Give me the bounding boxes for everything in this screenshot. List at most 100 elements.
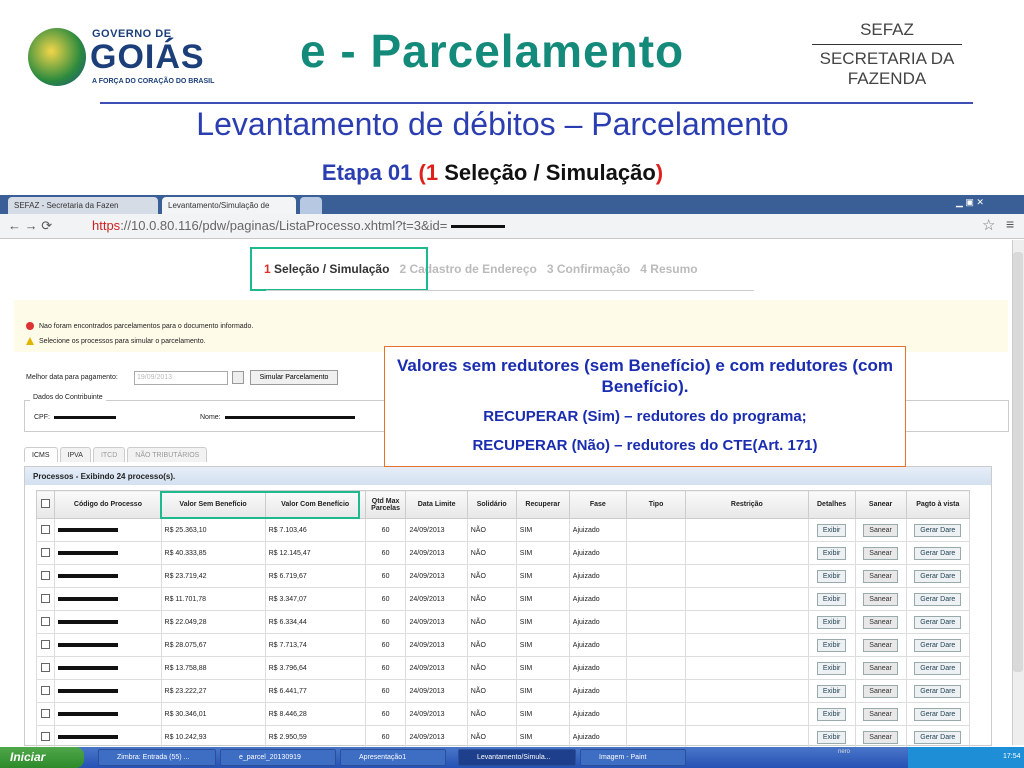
col-tipo[interactable]: Tipo [625,490,687,519]
taskbar-item-zimbra[interactable]: Zimbra: Entrada (55) ... [98,749,216,766]
browser-tab-sefaz[interactable]: SEFAZ - Secretaria da Fazen [8,197,158,214]
taskbar-item-apresentacao[interactable]: Apresentação1 [340,749,446,766]
exibir-button[interactable]: Exibir [816,638,847,652]
taskbar-item-paint[interactable]: Imagem - Paint [580,749,686,766]
col-solidario[interactable]: Solidário [466,490,517,519]
col-detalhes[interactable]: Detalhes [807,490,856,519]
exibir-button[interactable]: Exibir [816,730,847,744]
restricao [685,541,809,565]
col-pagto[interactable]: Pagto à vista [905,490,971,519]
row-checkbox[interactable] [41,593,51,603]
simulate-button[interactable]: Simular Parcelamento [250,370,338,385]
detalhes-cell: Exibir [807,679,856,703]
row-checkbox[interactable] [41,639,51,649]
process-code [54,656,162,680]
col-fase[interactable]: Fase [568,490,627,519]
gerar-dare-button[interactable]: Gerar Dare [914,615,962,629]
calendar-icon[interactable] [232,371,244,384]
pagto-cell: Gerar Dare [905,633,971,657]
best-date-input[interactable]: 19/09/2013 [134,371,228,385]
scrollbar-thumb[interactable] [1013,252,1023,672]
gerar-dare-button[interactable]: Gerar Dare [914,592,962,606]
exibir-button[interactable]: Exibir [816,615,847,629]
gerar-dare-button[interactable]: Gerar Dare [914,546,962,560]
exibir-button[interactable]: Exibir [816,592,847,606]
sanear-button[interactable]: Sanear [863,707,898,721]
step2-label: Cadastro de Endereço [409,262,537,276]
gerar-dare-button[interactable]: Gerar Dare [914,730,962,744]
exibir-button[interactable]: Exibir [816,707,847,721]
nav-buttons[interactable]: ← → ⟳ [8,218,52,234]
tab-nao-tributarios[interactable]: NÃO TRIBUTÁRIOS [127,447,208,462]
col-recuperar[interactable]: Recuperar [515,490,570,519]
sanear-button[interactable]: Sanear [863,592,898,606]
row-checkbox[interactable] [41,616,51,626]
gerar-dare-button[interactable]: Gerar Dare [914,661,962,675]
col-codigo[interactable]: Código do Processo [54,490,162,519]
exibir-button[interactable]: Exibir [816,569,847,583]
sanear-button[interactable]: Sanear [863,638,898,652]
sanear-cell: Sanear [854,633,907,657]
tab-itcd[interactable]: ITCD [92,447,126,462]
valor-com: R$ 6.719,67 [264,564,366,588]
window-controls[interactable]: ▁ ▣ ✕ [956,197,984,208]
menu-icon[interactable]: ≡ [1006,216,1014,232]
etapa-open: ( [418,160,426,185]
row-checkbox[interactable] [41,708,51,718]
qtd-parcelas: 60 [364,587,407,611]
qtd-parcelas: 60 [364,725,407,749]
nome-redaction [224,415,355,419]
sanear-button[interactable]: Sanear [863,661,898,675]
col-restricao[interactable]: Restrição [685,490,809,519]
sanear-button[interactable]: Sanear [863,684,898,698]
qtd-parcelas: 60 [364,633,407,657]
url-path: ://10.0.80.116/pdw/paginas/ListaProcesso… [120,218,448,233]
detalhes-cell: Exibir [807,587,856,611]
solidario: NÃO [466,564,517,588]
bookmark-star-icon[interactable]: ☆ [982,216,995,234]
exibir-button[interactable]: Exibir [816,684,847,698]
valor-com: R$ 3.347,07 [264,587,366,611]
taskbar-item-levantamento[interactable]: Levantamento/Simula... [458,749,576,766]
taskbar-item-eparcel[interactable]: e_parcel_20130919 [220,749,336,766]
col-sanear[interactable]: Sanear [854,490,907,519]
browser-tab-levantamento[interactable]: Levantamento/Simulação de [162,197,296,214]
gerar-dare-button[interactable]: Gerar Dare [914,684,962,698]
row-checkbox[interactable] [41,524,51,534]
row-checkbox[interactable] [41,685,51,695]
process-code [54,564,162,588]
gerar-dare-button[interactable]: Gerar Dare [914,707,962,721]
gerar-dare-button[interactable]: Gerar Dare [914,523,962,537]
exibir-button[interactable]: Exibir [816,523,847,537]
pagto-cell: Gerar Dare [905,702,971,726]
row-checkbox[interactable] [41,570,51,580]
col-data[interactable]: Data Limite [405,490,468,519]
row-checkbox[interactable] [41,731,51,741]
gerar-dare-button[interactable]: Gerar Dare [914,569,962,583]
new-tab-button[interactable] [300,197,322,214]
sanear-button[interactable]: Sanear [863,523,898,537]
start-button[interactable]: Iniciar [0,747,84,768]
sanear-button[interactable]: Sanear [863,569,898,583]
exibir-button[interactable]: Exibir [816,546,847,560]
row-checkbox[interactable] [41,662,51,672]
tipo [625,610,687,634]
valor-com: R$ 7.103,46 [264,518,366,542]
tab-icms[interactable]: ICMS [24,447,58,462]
row-checkbox[interactable] [41,547,51,557]
clock: 17:54 [1003,753,1021,760]
gerar-dare-button[interactable]: Gerar Dare [914,638,962,652]
select-all-checkbox[interactable] [41,499,51,508]
select-all-cell[interactable] [35,490,56,519]
qtd-parcelas: 60 [364,518,407,542]
col-qtd[interactable]: Qtd Max Parcelas [364,490,407,519]
url-field[interactable]: https://10.0.80.116/pdw/paginas/ListaPro… [92,218,506,233]
exibir-button[interactable]: Exibir [816,661,847,675]
sanear-button[interactable]: Sanear [863,730,898,744]
tab-ipva[interactable]: IPVA [59,447,91,462]
sefaz-line3: FAZENDA [847,69,927,88]
process-code-redaction [58,527,119,532]
table-row: R$ 25.363,10 R$ 7.103,46 60 24/09/2013 NÃO SI… [35,518,971,542]
sanear-button[interactable]: Sanear [863,615,898,629]
sanear-button[interactable]: Sanear [863,546,898,560]
